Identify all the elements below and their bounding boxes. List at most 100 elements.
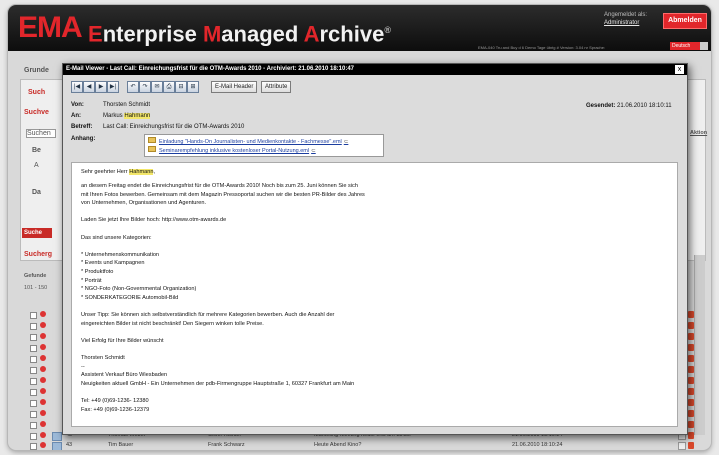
attachment-list: Einladung "Hands-On Journalisten- und Me… — [144, 134, 384, 157]
folder-icon — [148, 146, 156, 152]
row-checkbox[interactable] — [30, 367, 37, 374]
ema-logo: EMA — [18, 11, 83, 44]
reply-icon[interactable]: ↶ — [127, 81, 139, 93]
row-subject[interactable]: Heute Abend Kino? — [314, 441, 361, 450]
subject-value: Last Call: Einreichungsfrist für die OTM… — [103, 124, 245, 130]
search-section-label: Suchve — [24, 109, 49, 116]
tab-grunde[interactable]: Grunde — [24, 67, 49, 74]
last-email-button[interactable]: ▶| — [107, 81, 119, 93]
next-email-button[interactable]: ▶ — [95, 81, 107, 93]
body-line: Neuigkeiten aktuell GmbH - Ein Unternehm… — [81, 380, 355, 387]
print-icon[interactable]: ⎙ — [163, 81, 175, 93]
row-checkbox[interactable] — [30, 400, 37, 407]
to-label: An: — [71, 113, 81, 119]
delete-icon[interactable] — [688, 311, 694, 318]
table-row[interactable]: 43 Tim Bauer Frank Schwarz Heute Abend Kino… — [30, 441, 702, 450]
user-name-link[interactable]: Administrator — [604, 19, 656, 27]
row-checkbox[interactable] — [30, 356, 37, 363]
viewer-title: E-Mail Viewer - Last Call: Einreichungsf… — [63, 64, 687, 75]
export-icon[interactable]: ⊟ — [175, 81, 187, 93]
tab-such[interactable]: Such — [28, 89, 45, 96]
attachment-link[interactable]: Seminarempfehlung inklusive kostenloser … — [148, 146, 316, 154]
body-line: * SONDERKATEGORIE Automobil-Bild — [81, 294, 179, 301]
app-title: Enterprise Managed Archive® — [88, 17, 391, 47]
aktion-link[interactable]: Aktion — [690, 130, 707, 136]
title-part: anaged — [221, 21, 304, 47]
status-icon — [40, 388, 46, 394]
delete-icon[interactable] — [688, 410, 694, 417]
found-label: Gefunde — [24, 273, 47, 279]
sent-date: Gesendet: 21.06.2010 18:10:11 — [586, 103, 672, 109]
close-icon[interactable]: x — [675, 65, 684, 74]
body-line: von Unternehmen, Organisationen und Agen… — [81, 200, 207, 207]
delete-icon[interactable] — [688, 421, 694, 428]
from-value: Thorsten Schmidt — [103, 102, 151, 108]
status-icon — [40, 322, 46, 328]
body-line: * Events und Kampagnen — [81, 260, 145, 267]
row-action-icon[interactable] — [678, 442, 686, 450]
row-date: 21.06.2010 18:10:24 — [512, 442, 563, 448]
to-value: Markus Hahmann — [103, 113, 151, 119]
status-icon — [40, 421, 46, 427]
a-field[interactable]: A — [34, 162, 39, 169]
status-icon — [40, 377, 46, 383]
da-label: Da — [32, 189, 41, 196]
delete-icon[interactable] — [688, 322, 694, 329]
body-line: eingereichten Bilder ist nicht beschränk… — [81, 320, 264, 327]
attachment-link[interactable]: Einladung "Hands-On Journalisten- und Me… — [148, 137, 348, 145]
row-checkbox[interactable] — [30, 411, 37, 418]
language-select[interactable]: Deutsch — [670, 42, 700, 50]
license-info: EMA-040 Tru and Buy d 6 Demo Tage übrig … — [478, 45, 606, 50]
body-greeting: Sehr geehrter Herr Hahmann, — [81, 169, 156, 175]
body-line: * Unternehmenskommunikation — [81, 251, 160, 258]
first-email-button[interactable]: |◀ — [71, 81, 83, 93]
status-icon — [40, 399, 46, 405]
row-checkbox[interactable] — [30, 433, 37, 440]
range-label: 101 - 150 — [24, 285, 48, 291]
logout-button[interactable]: Abmelden — [663, 13, 707, 29]
email-viewer-dialog: E-Mail Viewer - Last Call: Einreichungsf… — [62, 63, 688, 435]
delete-icon[interactable] — [688, 344, 694, 351]
delete-icon[interactable] — [688, 355, 694, 362]
folder-icon — [148, 137, 156, 143]
attribute-button[interactable]: Attribute — [261, 81, 292, 93]
language-dropdown-icon[interactable] — [700, 42, 708, 50]
search-field[interactable]: Suchen — [26, 129, 56, 138]
suche-button[interactable]: Suche — [22, 228, 52, 238]
email-header-button[interactable]: E-Mail Header — [211, 81, 258, 93]
status-icon — [40, 355, 46, 361]
forward-icon[interactable]: ↷ — [139, 81, 151, 93]
top-banner: EMA Enterprise Managed Archive® Angemeld… — [8, 5, 711, 51]
body-line: Thorsten Schmidt — [81, 355, 125, 361]
body-line: Assistent Verkauf Büro Wiesbaden — [81, 372, 168, 379]
row-checkbox[interactable] — [30, 312, 37, 319]
title-part: M — [202, 21, 222, 47]
delete-icon[interactable] — [688, 333, 694, 340]
row-checkbox[interactable] — [30, 422, 37, 429]
user-label: Angemeldet als: — [604, 12, 648, 18]
properties-icon[interactable]: ⊞ — [187, 81, 199, 93]
row-checkbox[interactable] — [30, 378, 37, 385]
title-part: rchive — [319, 21, 385, 47]
row-checkbox[interactable] — [30, 443, 37, 450]
previous-email-button[interactable]: ◀ — [83, 81, 95, 93]
body-line: -- — [81, 363, 85, 370]
row-checkbox[interactable] — [30, 389, 37, 396]
mail-icon[interactable]: ✉ — [151, 81, 163, 93]
row-checkbox[interactable] — [30, 345, 37, 352]
status-icon — [40, 311, 46, 317]
body-line: mit Ihren Fotos bewerben. Gemeinsam mit … — [81, 191, 365, 198]
body-line: Das sind unsere Kategorien: — [81, 234, 152, 241]
delete-icon[interactable] — [688, 366, 694, 373]
be-label: Be — [32, 147, 41, 154]
subject-label: Betreff: — [71, 124, 93, 130]
delete-icon[interactable] — [688, 377, 694, 384]
row-from: Tim Bauer — [108, 442, 134, 448]
body-line: Laden Sie jetzt Ihre Bilder hoch: http:/… — [81, 217, 227, 224]
delete-icon[interactable] — [688, 388, 694, 395]
delete-icon[interactable] — [688, 432, 694, 439]
row-checkbox[interactable] — [30, 323, 37, 330]
row-checkbox[interactable] — [30, 334, 37, 341]
delete-icon[interactable] — [688, 442, 694, 449]
delete-icon[interactable] — [688, 399, 694, 406]
